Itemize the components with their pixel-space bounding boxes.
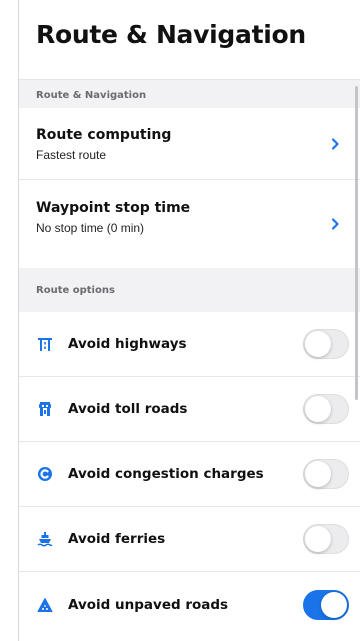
avoid-unpaved-roads-row[interactable]: Avoid unpaved roads <box>19 572 360 637</box>
congestion-charge-icon <box>38 467 52 481</box>
header: Route & Navigation <box>19 0 360 80</box>
avoid-toll-roads-label: Avoid toll roads <box>68 401 188 417</box>
waypoint-stop-time-title: Waypoint stop time <box>36 200 191 216</box>
avoid-toll-roads-toggle[interactable] <box>303 394 349 424</box>
scrollbar[interactable] <box>355 86 358 400</box>
avoid-highways-row[interactable]: Avoid highways <box>19 312 360 377</box>
avoid-ferries-row[interactable]: Avoid ferries <box>19 507 360 572</box>
chevron-right-icon <box>331 137 339 150</box>
waypoint-stop-time-row[interactable]: Waypoint stop time No stop time (0 min) <box>19 180 360 268</box>
page-title: Route & Navigation <box>36 20 306 49</box>
avoid-unpaved-roads-label: Avoid unpaved roads <box>68 596 229 613</box>
avoid-highways-toggle[interactable] <box>303 329 349 359</box>
toggle-knob <box>321 591 347 618</box>
ferry-icon <box>37 532 53 547</box>
route-computing-value: Fastest route <box>36 148 107 162</box>
avoid-highways-label: Avoid highways <box>68 336 187 352</box>
section-header-route-options: Route options <box>19 268 360 312</box>
settings-screen: Route & Navigation Route & Navigation Ro… <box>18 0 360 641</box>
toll-booth-icon <box>39 402 51 416</box>
toggle-knob <box>305 396 331 422</box>
highway-icon <box>38 338 52 351</box>
avoid-congestion-charges-row[interactable]: Avoid congestion charges <box>19 442 360 507</box>
toggle-knob <box>305 461 331 487</box>
unpaved-road-icon <box>37 597 53 612</box>
avoid-ferries-label: Avoid ferries <box>68 531 166 547</box>
avoid-unpaved-roads-toggle[interactable] <box>303 589 349 620</box>
toggle-knob <box>305 331 331 357</box>
avoid-toll-roads-row[interactable]: Avoid toll roads <box>19 377 360 442</box>
avoid-congestion-charges-toggle[interactable] <box>303 459 349 489</box>
waypoint-stop-time-value: No stop time (0 min) <box>36 221 145 235</box>
avoid-ferries-toggle[interactable] <box>303 524 349 554</box>
route-computing-title: Route computing <box>36 127 172 143</box>
section-header-route-navigation: Route & Navigation <box>19 80 360 108</box>
chevron-right-icon <box>331 218 339 230</box>
route-computing-row[interactable]: Route computing Fastest route <box>19 108 360 180</box>
toggle-knob <box>305 526 331 552</box>
avoid-congestion-charges-label: Avoid congestion charges <box>68 466 264 482</box>
